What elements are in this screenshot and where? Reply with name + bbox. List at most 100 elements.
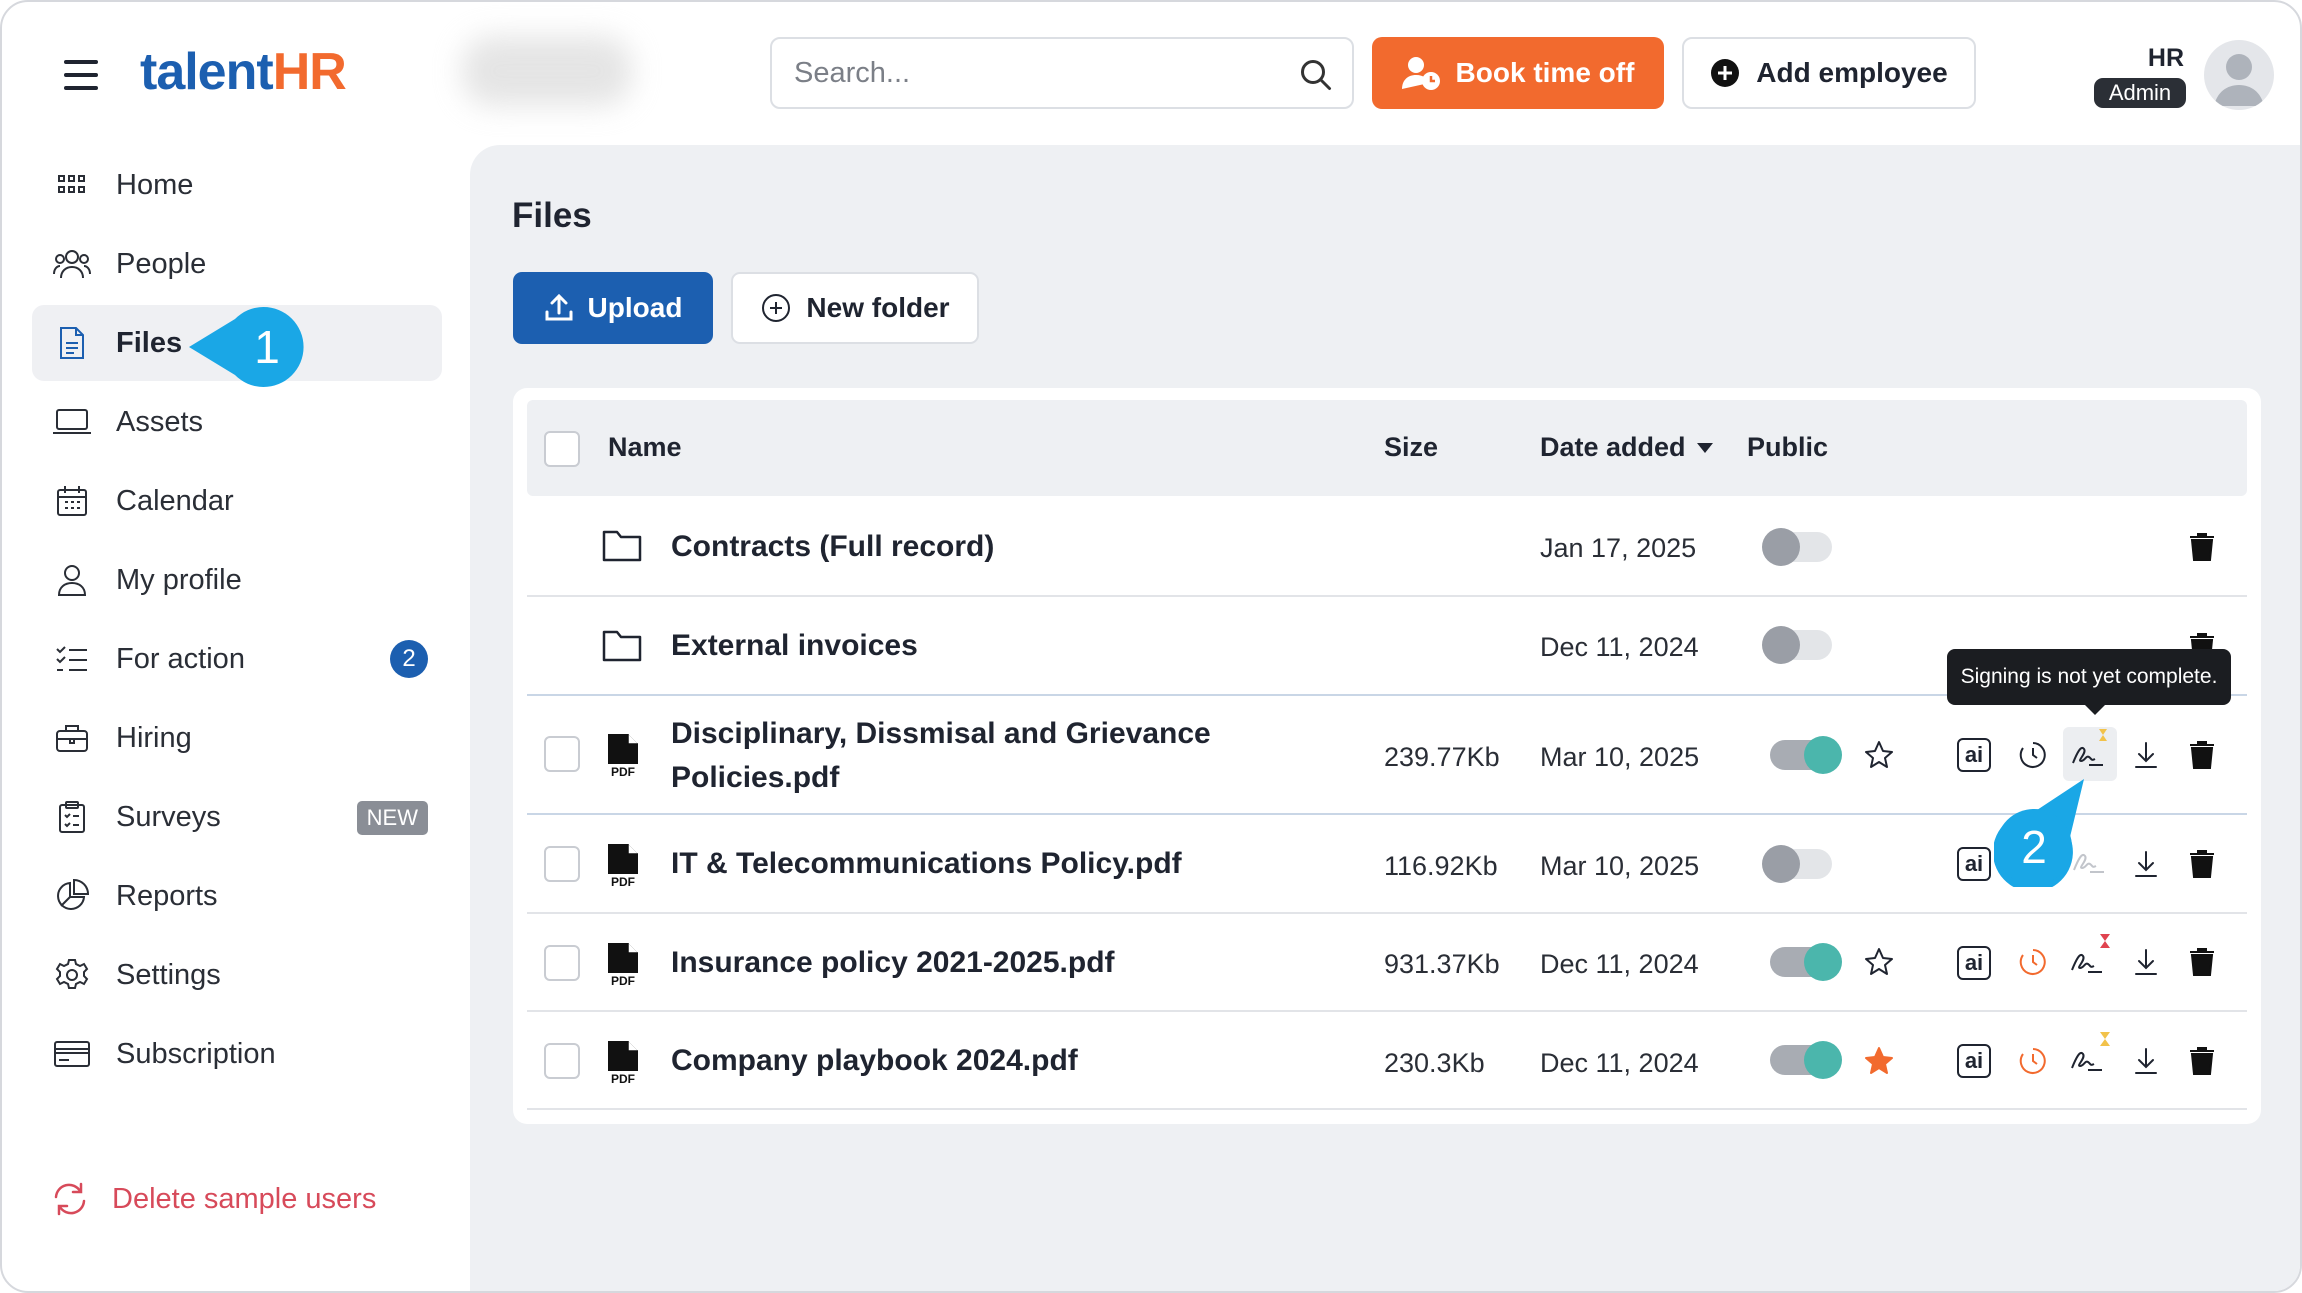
sidebar-item-my-profile[interactable]: My profile xyxy=(32,542,442,618)
toggle-knob xyxy=(1804,1041,1842,1079)
ai-summary-icon[interactable]: ai xyxy=(1957,847,1991,881)
public-toggle[interactable] xyxy=(1770,1041,1842,1079)
trash-icon[interactable] xyxy=(2188,1046,2216,1081)
ai-summary-icon[interactable]: ai xyxy=(1957,738,1991,772)
sidebar-item-label: People xyxy=(116,247,207,280)
user-role-badge: Admin xyxy=(2094,78,2186,108)
trash-icon[interactable] xyxy=(2188,849,2216,884)
sidebar-item-label: Settings xyxy=(116,958,221,991)
blurred-company-name xyxy=(462,36,632,106)
sidebar-item-label: My profile xyxy=(116,563,242,596)
sidebar-item-for-action[interactable]: For action 2 xyxy=(32,621,442,697)
menu-icon[interactable] xyxy=(64,60,102,90)
signature-button[interactable] xyxy=(2063,727,2117,781)
history-icon[interactable] xyxy=(2017,739,2049,776)
row-checkbox[interactable] xyxy=(544,736,580,772)
size-cell: 116.92Kb xyxy=(1384,851,1498,881)
download-icon[interactable] xyxy=(2133,849,2159,884)
file-name-link[interactable]: Insurance policy 2021-2025.pdf xyxy=(671,941,1115,985)
sidebar-item-assets[interactable]: Assets xyxy=(32,384,442,460)
folder-icon xyxy=(602,628,642,667)
delete-sample-users-link[interactable]: Delete sample users xyxy=(52,1182,376,1216)
sidebar-item-reports[interactable]: Reports xyxy=(32,858,442,934)
upload-button[interactable]: Upload xyxy=(513,272,713,344)
star-filled-icon[interactable] xyxy=(1863,1045,1895,1082)
sidebar-item-home[interactable]: Home xyxy=(32,147,442,223)
file-name-link[interactable]: Company playbook 2024.pdf xyxy=(671,1039,1078,1083)
file-name-link[interactable]: IT & Telecommunications Policy.pdf xyxy=(671,842,1182,886)
column-date-label: Date added xyxy=(1540,432,1686,462)
app-window: talentHR Book time off Add employee HR A… xyxy=(0,0,2302,1293)
sort-down-icon xyxy=(1696,442,1713,453)
public-toggle[interactable] xyxy=(1762,528,1832,566)
sidebar-item-people[interactable]: People xyxy=(32,226,442,302)
column-date-header[interactable]: Date added xyxy=(1540,432,1714,463)
public-toggle[interactable] xyxy=(1770,736,1842,774)
logo-hr: HR xyxy=(272,43,347,101)
avatar[interactable] xyxy=(2204,40,2274,110)
column-size-header[interactable]: Size xyxy=(1384,432,1438,463)
file-name-link[interactable]: External invoices xyxy=(671,624,918,668)
row-divider xyxy=(527,595,2247,597)
pdf-label: PDF xyxy=(611,1072,635,1085)
logo-talent: talent xyxy=(140,43,274,101)
history-icon[interactable] xyxy=(2017,1045,2049,1082)
ai-summary-icon[interactable]: ai xyxy=(1957,946,1991,980)
logo[interactable]: talentHR xyxy=(140,42,347,102)
size-cell: 239.77Kb xyxy=(1384,742,1500,772)
row-divider xyxy=(527,1010,2247,1012)
public-toggle[interactable] xyxy=(1762,626,1832,664)
file-name-link[interactable]: Contracts (Full record) xyxy=(671,525,994,569)
search-icon[interactable] xyxy=(1298,57,1334,93)
sidebar-item-hiring[interactable]: Hiring xyxy=(32,700,442,776)
sidebar-item-subscription[interactable]: Subscription xyxy=(32,1016,442,1092)
callout-number: 1 xyxy=(254,321,280,373)
public-toggle[interactable] xyxy=(1770,943,1842,981)
sidebar-item-label: Reports xyxy=(116,879,218,912)
ai-summary-icon[interactable]: ai xyxy=(1957,1044,1991,1078)
download-icon[interactable] xyxy=(2133,740,2159,775)
briefcase-icon xyxy=(52,718,92,758)
column-name-header[interactable]: Name xyxy=(608,432,682,463)
signature-icon[interactable] xyxy=(2068,932,2116,987)
history-icon[interactable] xyxy=(2017,946,2049,983)
sidebar-item-calendar[interactable]: Calendar xyxy=(32,463,442,539)
row-checkbox[interactable] xyxy=(544,1043,580,1079)
trash-icon[interactable] xyxy=(2188,740,2216,775)
public-toggle[interactable] xyxy=(1762,845,1832,883)
download-icon[interactable] xyxy=(2133,1046,2159,1081)
gear-icon xyxy=(52,955,92,995)
download-icon[interactable] xyxy=(2133,947,2159,982)
sidebar-item-label: Surveys xyxy=(116,800,221,833)
book-time-off-button[interactable]: Book time off xyxy=(1372,37,1664,109)
toggle-knob xyxy=(1804,736,1842,774)
sidebar-item-label: Hiring xyxy=(116,721,192,754)
add-employee-button[interactable]: Add employee xyxy=(1682,37,1976,109)
signature-icon[interactable] xyxy=(2068,1030,2116,1085)
date-cell: Jan 17, 2025 xyxy=(1540,533,1697,563)
select-all-checkbox[interactable] xyxy=(544,431,580,467)
pdf-file-icon: PDF xyxy=(606,842,644,893)
sidebar-item-settings[interactable]: Settings xyxy=(32,937,442,1013)
row-checkbox[interactable] xyxy=(544,945,580,981)
date-cell: Dec 11, 2024 xyxy=(1540,632,1699,662)
file-name-link[interactable]: Disciplinary, Dissmisal and Grievance Pol… xyxy=(671,712,1211,800)
calendar-icon xyxy=(52,481,92,521)
column-public-header: Public xyxy=(1747,432,1829,462)
upload-icon xyxy=(545,293,573,321)
new-folder-button[interactable]: New folder xyxy=(731,272,979,344)
star-icon[interactable] xyxy=(1863,739,1895,776)
row-checkbox[interactable] xyxy=(544,846,580,882)
star-icon[interactable] xyxy=(1863,946,1895,983)
laptop-icon xyxy=(52,402,92,442)
sidebar-item-surveys[interactable]: Surveys NEW xyxy=(32,779,442,855)
trash-icon[interactable] xyxy=(2188,947,2216,982)
search-input[interactable] xyxy=(794,53,1274,93)
search-box[interactable] xyxy=(770,37,1354,109)
date-cell: Dec 11, 2024 xyxy=(1540,949,1699,979)
plus-circle-icon xyxy=(1711,59,1740,87)
people-icon xyxy=(52,244,92,284)
grid-icon xyxy=(52,165,92,205)
trash-icon[interactable] xyxy=(2188,532,2216,567)
row-divider xyxy=(527,813,2247,815)
